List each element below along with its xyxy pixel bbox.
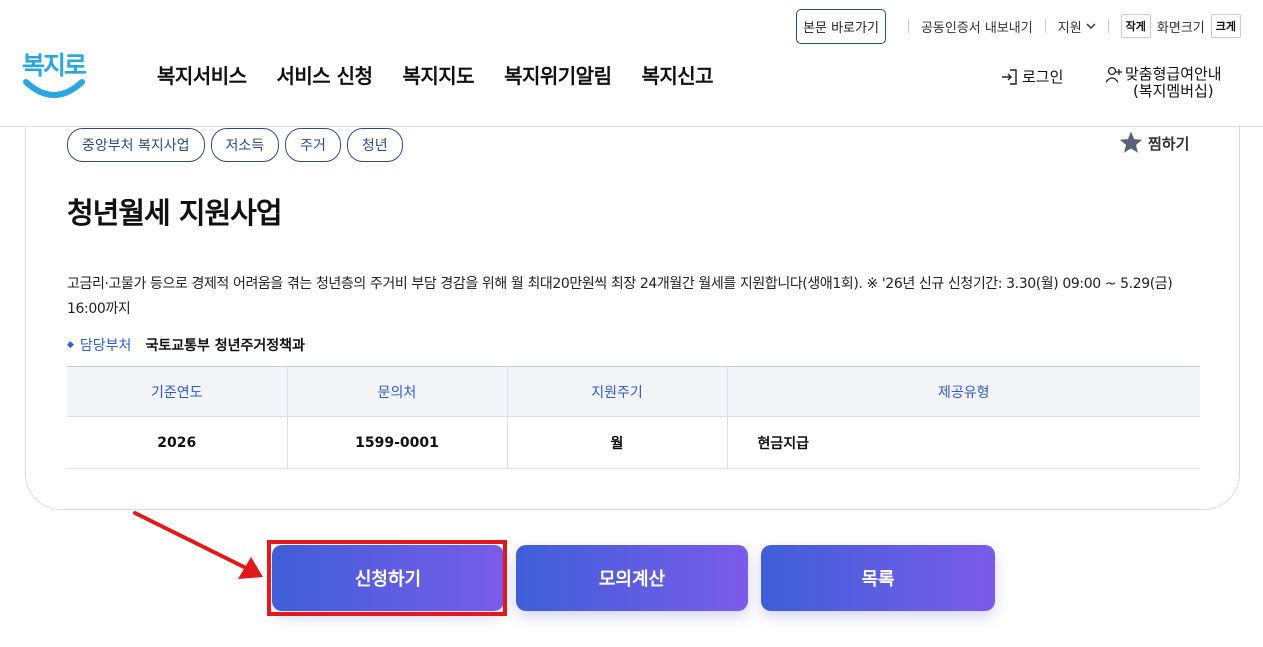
cell-base-year: 2026 [67, 416, 288, 469]
cert-export-link[interactable]: 공동인증서 내보내기 [921, 17, 1033, 36]
header-base-year: 기준연도 [67, 366, 288, 417]
annotation-arrow-icon [133, 511, 263, 579]
service-description: 고금리·고물가 등으로 경제적 어려움을 겪는 청년층의 주거비 부담 경감을 … [67, 276, 1173, 317]
favorite-label: 찜하기 [1148, 134, 1190, 153]
tag-low-income[interactable]: 저소득 [210, 128, 280, 162]
font-size-label: 화면크기 [1156, 20, 1205, 36]
header-support-cycle: 지원주기 [507, 366, 728, 417]
department-info: ◆ 담당부처 국토교통부 청년주거정책과 [67, 335, 305, 355]
tag-central-ministry[interactable]: 중앙부처 복지사업 [67, 128, 205, 162]
font-small-button[interactable]: 작게 [1120, 14, 1151, 38]
table-header-row: 기준연도 문의처 지원주기 제공유형 [67, 366, 1200, 417]
login-icon [1002, 68, 1017, 85]
divider [1107, 19, 1109, 33]
login-button[interactable]: 로그인 [1000, 66, 1063, 87]
membership-label-2: (복지멤버십) [1132, 82, 1214, 100]
department-value: 국토교통부 청년주거정책과 [145, 338, 305, 354]
support-label: 지원 [1057, 20, 1082, 36]
header-contact: 문의처 [287, 366, 508, 417]
cell-contact: 1599-0001 [287, 416, 508, 469]
logo-smile-icon [23, 79, 85, 98]
nav-welfare-report[interactable]: 복지신고 [641, 60, 713, 89]
support-dropdown[interactable]: 지원 [1058, 17, 1096, 36]
department-label: 담당부처 [79, 338, 132, 354]
chevron-down-icon [1086, 23, 1096, 30]
header-provision-type: 제공유형 [727, 366, 1200, 417]
skip-to-content-button[interactable]: 본문 바로가기 [796, 8, 886, 44]
divider [1044, 19, 1046, 33]
service-info-table: 기준연도 문의처 지원주기 제공유형 2026 1599-0001 월 현금지급 [67, 366, 1200, 469]
main-nav: 복지서비스 서비스 신청 복지지도 복지위기알림 복지신고 [157, 60, 743, 89]
tag-youth[interactable]: 청년 [346, 128, 403, 162]
divider [907, 19, 909, 33]
membership-link[interactable]: 맞춤형급여안내 (복지멤버십) [1105, 66, 1222, 100]
star-icon [1119, 131, 1143, 153]
bullet-icon: ◆ [67, 340, 74, 350]
table-row: 2026 1599-0001 월 현금지급 [67, 416, 1200, 469]
nav-crisis-alert[interactable]: 복지위기알림 [504, 60, 612, 89]
list-button[interactable]: 목록 [761, 545, 995, 611]
site-header: 복지로 복지서비스 서비스 신청 복지지도 복지위기알림 복지신고 본문 바로가… [0, 0, 1263, 127]
cell-provision-type: 현금지급 [727, 416, 1200, 469]
nav-welfare-service[interactable]: 복지서비스 [157, 60, 247, 89]
nav-service-apply[interactable]: 서비스 신청 [277, 60, 373, 89]
tag-list: 중앙부처 복지사업 저소득 주거 청년 [67, 128, 403, 162]
favorite-button[interactable]: 찜하기 [1118, 130, 1189, 156]
site-logo[interactable]: 복지로 [22, 46, 88, 102]
font-large-button[interactable]: 크게 [1210, 14, 1241, 38]
apply-highlight-box [267, 540, 507, 616]
tag-housing[interactable]: 주거 [285, 128, 341, 162]
page-title: 청년월세 지원사업 [67, 196, 283, 230]
utility-bar: 본문 바로가기 공동인증서 내보내기 지원 작게 화면크기 크게 [796, 8, 1241, 44]
user-plus-icon [1105, 66, 1122, 83]
mock-calculation-button[interactable]: 모의계산 [516, 545, 748, 611]
nav-welfare-map[interactable]: 복지지도 [402, 60, 474, 89]
login-label: 로그인 [1022, 68, 1064, 86]
cell-support-cycle: 월 [507, 416, 728, 469]
